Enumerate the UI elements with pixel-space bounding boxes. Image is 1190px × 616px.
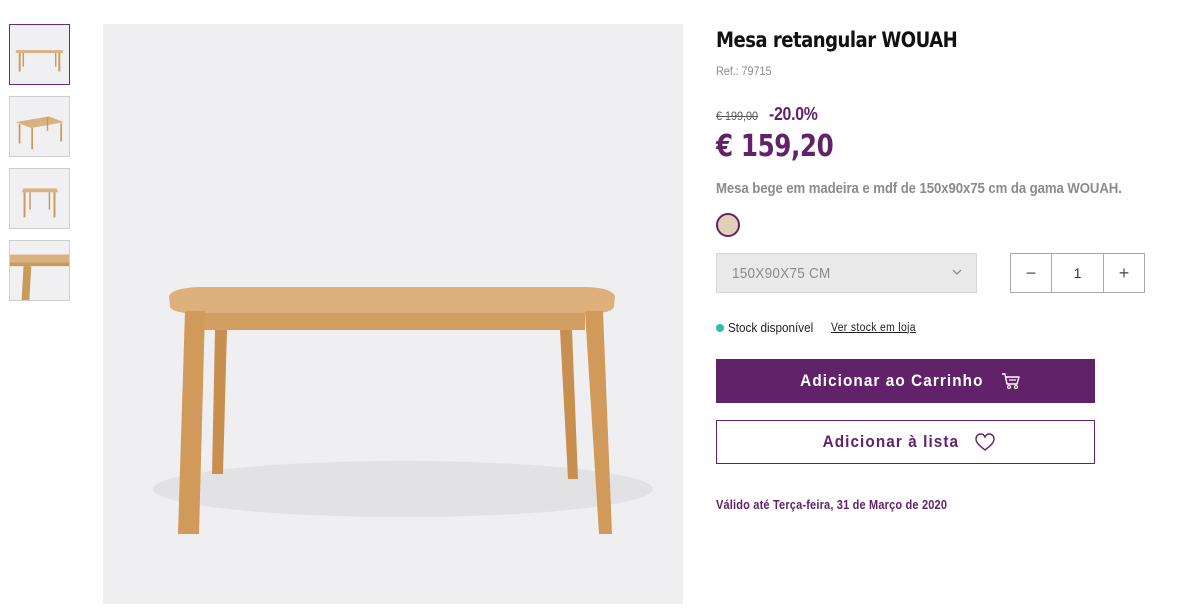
reference-value: 79715 bbox=[741, 64, 772, 78]
cart-icon bbox=[1002, 373, 1021, 390]
thumbnail-gallery bbox=[9, 24, 71, 312]
product-info-panel: Mesa retangular WOUAH Ref.: 79715 € 199,0… bbox=[716, 28, 1156, 512]
top-navigation-fragment bbox=[0, 0, 600, 2]
validity-date: Válido até Terça-feira, 31 de Março de 2… bbox=[716, 498, 948, 512]
options-row: 150X90X75 CM − 1 + bbox=[716, 253, 1156, 293]
store-stock-link[interactable]: Ver stock em loja bbox=[831, 322, 916, 334]
product-description: Mesa bege em madeira e mdf de 150x90x75 … bbox=[716, 180, 1122, 197]
quantity-decrease-button[interactable]: − bbox=[1011, 254, 1051, 292]
quantity-increase-button[interactable]: + bbox=[1104, 254, 1144, 292]
size-select-value: 150X90X75 CM bbox=[732, 264, 831, 282]
thumbnail-side-view[interactable] bbox=[9, 168, 70, 229]
size-select[interactable]: 150X90X75 CM bbox=[716, 253, 977, 293]
add-to-cart-label: Adicionar ao Carrinho bbox=[799, 371, 984, 390]
add-to-wishlist-label: Adicionar à lista bbox=[822, 432, 959, 451]
discount-badge: -20.0% bbox=[768, 104, 818, 124]
stock-status-text: Stock disponível bbox=[728, 320, 814, 335]
reference-label: Ref.: bbox=[716, 64, 739, 78]
color-swatch[interactable] bbox=[716, 213, 740, 237]
product-main-image[interactable] bbox=[103, 24, 683, 604]
thumbnail-front-view[interactable] bbox=[9, 24, 70, 85]
old-price: € 199,00 bbox=[716, 109, 759, 123]
add-to-wishlist-button[interactable]: Adicionar à lista bbox=[716, 420, 1095, 464]
add-to-cart-button[interactable]: Adicionar ao Carrinho bbox=[716, 359, 1095, 403]
product-title: Mesa retangular WOUAH bbox=[716, 28, 958, 52]
chevron-down-icon bbox=[952, 269, 962, 275]
heart-icon bbox=[975, 433, 996, 451]
thumbnail-detail-view[interactable] bbox=[9, 240, 70, 301]
thumbnail-angle-view[interactable] bbox=[9, 96, 70, 157]
current-price: € 159,20 bbox=[716, 129, 834, 164]
price-row: € 199,00 -20.0% bbox=[716, 104, 1156, 125]
quantity-stepper: − 1 + bbox=[1010, 253, 1145, 293]
quantity-input[interactable]: 1 bbox=[1051, 254, 1104, 292]
product-reference: Ref.: 79715 bbox=[716, 64, 1112, 78]
stock-status-dot bbox=[716, 323, 724, 332]
stock-row: Stock disponível Ver stock em loja bbox=[716, 320, 1156, 335]
table-illustration bbox=[153, 287, 653, 534]
